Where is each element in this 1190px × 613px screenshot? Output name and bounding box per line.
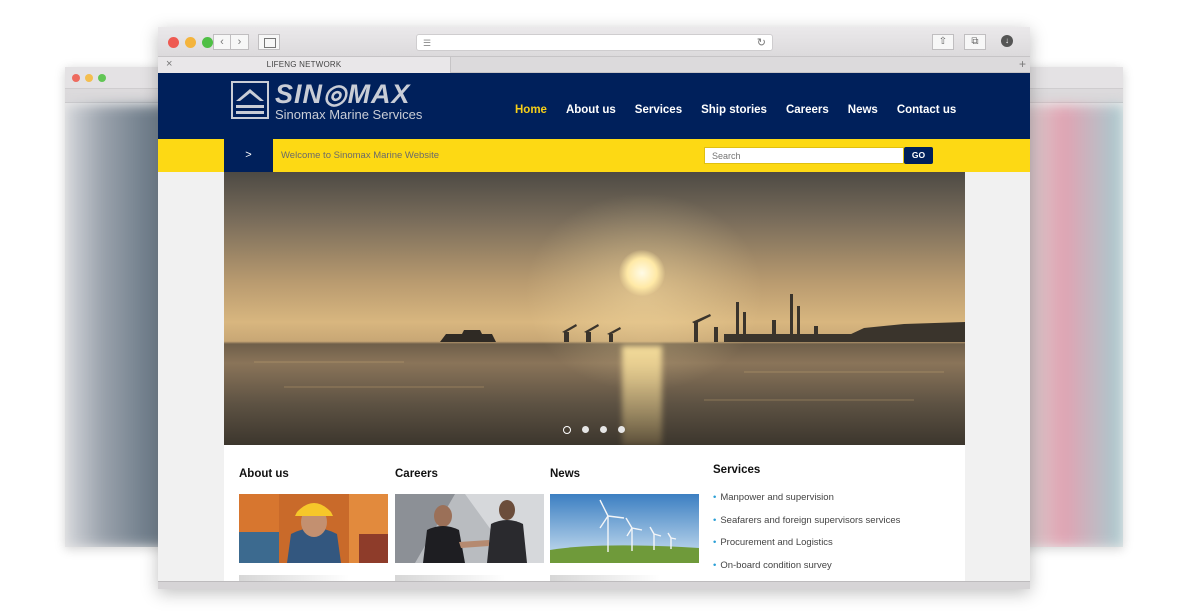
tab-bar: × LIFENG NETWORK + xyxy=(158,57,1030,73)
nav-ship-stories[interactable]: Ship stories xyxy=(701,104,767,116)
share-icon[interactable]: ⇧ xyxy=(932,34,954,50)
tab-lifeng-network[interactable]: × LIFENG NETWORK xyxy=(158,57,451,73)
toolbar-right-buttons: ⇧ ⧉ ↓ xyxy=(932,34,1018,50)
list-item[interactable]: • Manpower and supervision xyxy=(713,492,900,515)
downloads-icon[interactable]: ↓ xyxy=(996,34,1018,50)
services-list: • Manpower and supervision • Seafarers and… xyxy=(713,492,900,582)
new-tab-icon[interactable]: + xyxy=(1019,57,1026,71)
slider-dot-4[interactable] xyxy=(618,426,625,433)
slider-dot-3[interactable] xyxy=(600,426,607,433)
welcome-arrow-button[interactable]: > xyxy=(224,139,273,172)
reload-icon[interactable]: ↻ xyxy=(757,36,766,49)
welcome-bar: > Welcome to Sinomax Marine Website GO xyxy=(158,139,1030,172)
bullet-icon: • xyxy=(713,514,717,526)
careers-heading[interactable]: Careers xyxy=(395,468,438,480)
browser-toolbar: ‹ › ☰ ↻ ⇧ ⧉ ↓ xyxy=(158,27,1030,57)
logo-brand-name: SIN◎MAX xyxy=(275,79,411,109)
reader-icon[interactable]: ☰ xyxy=(423,38,431,49)
screenshot-stage: ‹ › ☰ ↻ ⇧ ⧉ ↓ × LIFENG NETWORK + SIN◎MAX… xyxy=(0,0,1190,613)
close-window-icon[interactable] xyxy=(168,37,179,48)
about-heading[interactable]: About us xyxy=(239,468,289,480)
nav-services[interactable]: Services xyxy=(635,104,682,116)
careers-image-handshake[interactable] xyxy=(395,494,544,563)
search-go-button[interactable]: GO xyxy=(904,147,933,164)
bullet-icon: • xyxy=(713,492,717,503)
slider-pagination xyxy=(563,425,625,434)
back-icon[interactable]: ‹ xyxy=(213,34,231,50)
service-label: Procurement and Logistics xyxy=(720,537,833,548)
hero-silhouette xyxy=(254,294,965,401)
window-controls xyxy=(72,74,106,82)
service-label: Manpower and supervision xyxy=(720,492,834,503)
service-label: Seafarers and foreign supervisors servic… xyxy=(720,514,901,526)
content-area: About us Careers News Services • Manpowe… xyxy=(224,445,965,589)
tab-title: LIFENG NETWORK xyxy=(266,60,342,69)
window-bottom-edge xyxy=(158,581,1030,589)
search-input[interactable] xyxy=(704,147,904,164)
welcome-text: Welcome to Sinomax Marine Website xyxy=(281,150,440,161)
logo-subtitle: Sinomax Marine Services xyxy=(275,107,423,122)
slider-dot-2[interactable] xyxy=(582,426,589,433)
news-heading[interactable]: News xyxy=(550,468,580,480)
logo-emblem-icon xyxy=(231,81,269,119)
website: SIN◎MAX Sinomax Marine Services Home Abo… xyxy=(158,73,1030,589)
site-header: SIN◎MAX Sinomax Marine Services Home Abo… xyxy=(158,73,1030,139)
bullet-icon: • xyxy=(713,559,717,571)
slider-dot-1[interactable] xyxy=(563,425,571,434)
minimize-window-icon[interactable] xyxy=(185,37,196,48)
nav-news[interactable]: News xyxy=(848,104,878,116)
history-buttons: ‹ › xyxy=(213,34,249,50)
nav-about-us[interactable]: About us xyxy=(566,104,616,116)
list-item[interactable]: • On-board condition survey xyxy=(713,560,900,583)
news-image-wind-turbines[interactable] xyxy=(550,494,699,563)
zoom-window-icon[interactable] xyxy=(202,37,213,48)
bullet-icon: • xyxy=(713,537,717,548)
nav-contact-us[interactable]: Contact us xyxy=(897,104,956,116)
site-logo[interactable]: SIN◎MAX Sinomax Marine Services xyxy=(231,79,453,125)
address-bar[interactable]: ☰ ↻ xyxy=(416,34,773,51)
list-item[interactable]: • Procurement and Logistics xyxy=(713,537,900,560)
nav-careers[interactable]: Careers xyxy=(786,104,829,116)
nav-home[interactable]: Home xyxy=(515,104,547,116)
main-navigation: Home About us Services Ship stories Care… xyxy=(515,104,956,116)
list-item[interactable]: • Seafarers and foreign supervisors servi… xyxy=(713,515,900,538)
sun-reflection xyxy=(622,346,662,445)
services-heading[interactable]: Services xyxy=(713,464,760,476)
window-controls xyxy=(168,37,213,48)
hero-slider-image xyxy=(224,172,965,445)
sidebar-toggle-icon[interactable] xyxy=(258,34,280,50)
service-label: On-board condition survey xyxy=(720,559,832,571)
about-image-worker[interactable] xyxy=(239,494,388,563)
tabs-overview-icon[interactable]: ⧉ xyxy=(964,34,986,50)
browser-window: ‹ › ☰ ↻ ⇧ ⧉ ↓ × LIFENG NETWORK + SIN◎MAX… xyxy=(158,27,1030,589)
forward-icon[interactable]: › xyxy=(231,34,249,50)
